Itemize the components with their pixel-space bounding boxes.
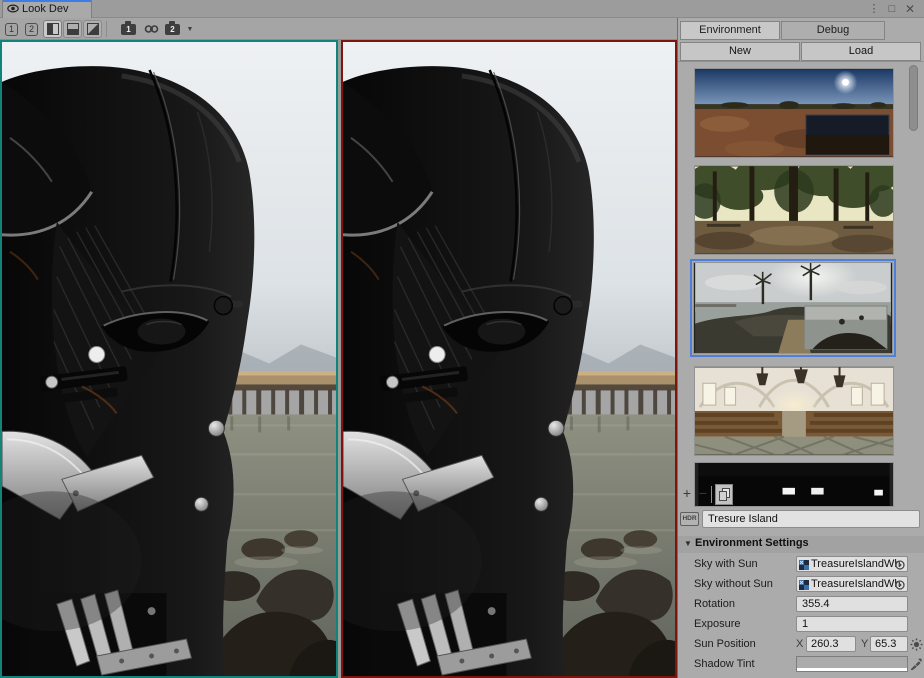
sky-with-sun-row: Sky with Sun TreasureIslandWh [678,555,924,575]
sun-position-row: Sun Position X 260.3 Y 65.3 [678,635,924,655]
maximize-icon[interactable]: □ [884,1,900,17]
sky-without-sun-label: Sky without Sun [694,578,773,590]
split-vertical-icon [47,23,59,35]
exposure-row: Exposure 1 [678,615,924,635]
hdr-name-field[interactable]: Tresure Island [702,510,920,528]
env-list-actions: + − [678,484,924,507]
foldout-triangle-icon: ▼ [684,539,692,548]
new-button[interactable]: New [680,42,800,61]
object-picker-icon[interactable] [894,559,906,571]
lookdev-view-2[interactable] [341,40,677,678]
split-diagonal-icon [87,23,99,35]
scrollbar-thumb[interactable] [909,65,918,131]
tab-environment[interactable]: Environment [680,21,780,40]
tab-look-dev[interactable]: Look Dev [2,0,92,18]
listbar-separator [711,486,712,503]
exposure-field[interactable]: 1 [796,616,908,632]
tab-label: Look Dev [22,3,68,15]
rotation-row: Rotation 355.4 [678,595,924,615]
lookdev-view-1[interactable] [0,40,338,678]
cubemap-asset-icon [799,580,809,590]
object-picker-icon[interactable] [894,579,906,591]
camera-2-button[interactable]: 2 [163,20,182,38]
lookdev-render-2 [343,42,675,676]
split-horizontal-icon [67,23,79,35]
link-cameras-button[interactable] [142,20,161,38]
env-thumbnail-treasure-island-selected[interactable] [690,259,896,357]
sky-without-sun-row: Sky without Sun TreasureIslandWh [678,575,924,595]
church-interior-panorama-image [695,367,893,455]
env-thumbnail-sunny-arid[interactable] [694,68,894,158]
lookdev-render-1 [2,42,336,676]
camera-options-dropdown[interactable]: ▼ [184,20,196,38]
eyedropper-icon [910,658,922,670]
camera-1-icon: 1 [121,24,136,35]
sun-x-axis-label: X [796,638,803,650]
pick-sun-button[interactable] [909,637,923,651]
toolbar-separator [106,21,107,37]
window-menu-icon[interactable]: ⋮ [866,1,882,17]
list-top-shadow [678,61,924,62]
sun-position-label: Sun Position [694,638,756,650]
duplicate-environment-button[interactable] [715,484,733,505]
rotation-label: Rotation [694,598,735,610]
hdr-name-row: HDR Tresure Island [678,509,924,531]
sky-with-sun-label: Sky with Sun [694,558,758,570]
zone-view-button[interactable] [83,20,102,38]
rotation-field[interactable]: 355.4 [796,596,908,612]
remove-environment-button[interactable]: − [695,484,711,504]
single-view-2-button[interactable]: 2 [22,20,41,38]
sun-x-field[interactable]: 260.3 [806,636,856,652]
titlebar: Look Dev ⋮ □ ✕ [0,0,924,18]
environment-settings-header[interactable]: ▼ Environment Settings [678,536,924,553]
env-thumbnail-forest[interactable] [694,165,894,255]
sky-with-sun-value: TreasureIslandWh [811,558,900,570]
treasure-island-panorama-image [694,263,892,353]
shadow-tint-swatch[interactable] [796,656,908,672]
env-list-scrollbar[interactable] [907,63,920,525]
link-icon [144,24,159,34]
cubemap-asset-icon [799,560,809,570]
environment-settings-section: ▼ Environment Settings Sky with Sun Trea… [678,536,924,678]
split-view-button[interactable] [63,20,82,38]
sunny-arid-panorama-image [695,69,893,157]
sun-icon [910,638,923,651]
close-icon[interactable]: ✕ [902,1,918,17]
side-by-side-view-button[interactable] [43,20,62,38]
add-environment-button[interactable]: + [679,484,695,504]
load-button[interactable]: Load [801,42,921,61]
camera-1-button[interactable]: 1 [119,20,138,38]
hdr-badge: HDR [680,512,699,526]
view-2-label: 2 [25,23,38,36]
selected-thumbnail-frame [693,262,893,354]
sky-without-sun-value: TreasureIslandWh [811,578,900,590]
shadow-tint-alpha-bar [797,668,907,671]
sky-with-sun-object-field[interactable]: TreasureIslandWh [796,556,908,572]
camera-2-icon: 2 [165,24,180,35]
shadow-tint-label: Shadow Tint [694,658,755,670]
eye-icon [7,4,19,13]
shadow-tint-row: Shadow Tint [678,655,924,675]
chevron-down-icon: ▼ [187,26,194,33]
env-thumbnail-church[interactable] [694,366,894,456]
forest-panorama-image [695,166,893,254]
settings-header-label: Environment Settings [695,537,809,549]
view-1-label: 1 [5,23,18,36]
single-view-1-button[interactable]: 1 [2,20,21,38]
lookdev-window: Look Dev ⋮ □ ✕ 1 2 [0,0,924,678]
tab-debug[interactable]: Debug [781,21,885,40]
sky-without-sun-object-field[interactable]: TreasureIslandWh [796,576,908,592]
environment-panel: Environment Debug New Load [678,18,924,678]
eyedropper-button[interactable] [909,657,923,671]
active-tab-accent [3,0,91,2]
sun-y-field[interactable]: 65.3 [870,636,908,652]
duplicate-icon [719,488,730,501]
sun-y-axis-label: Y [861,638,868,650]
exposure-label: Exposure [694,618,740,630]
